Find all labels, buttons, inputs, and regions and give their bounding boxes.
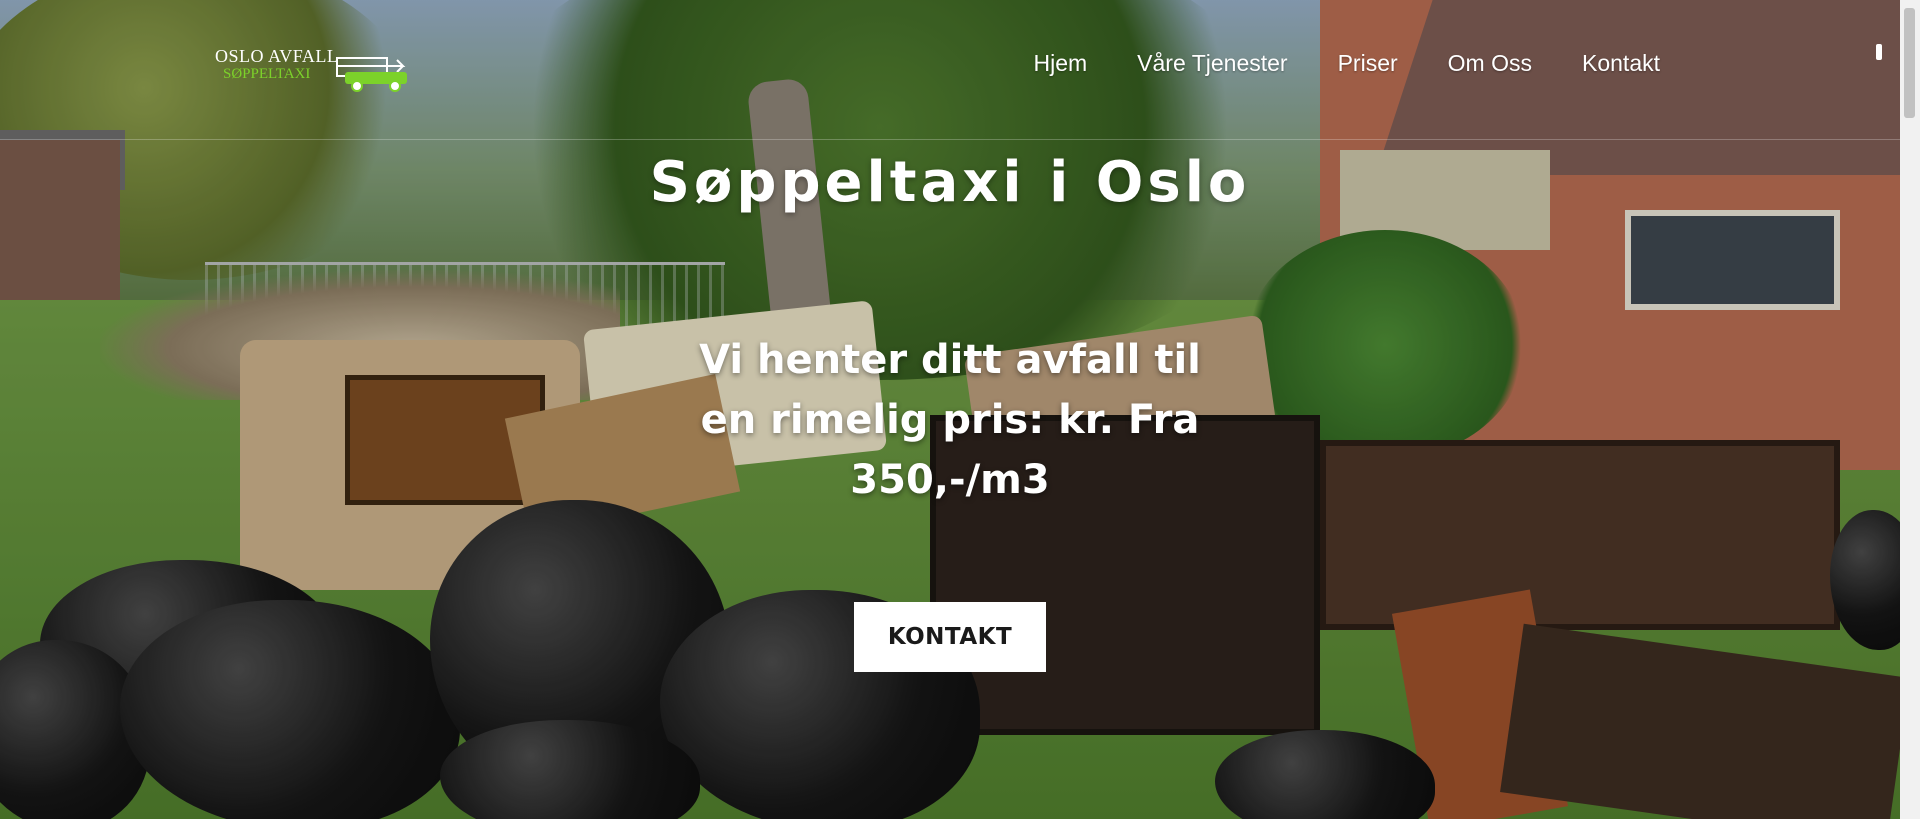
nav-item-om-oss[interactable]: Om Oss xyxy=(1448,50,1532,77)
truck-icon xyxy=(336,57,407,92)
page-scrollbar[interactable] xyxy=(1900,0,1920,819)
nav-item-kontakt[interactable]: Kontakt xyxy=(1582,50,1660,77)
contact-button[interactable]: KONTAKT xyxy=(854,602,1046,672)
logo-name: OSLO AVFALL xyxy=(215,46,339,66)
hero-title: Søppeltaxi i Oslo xyxy=(649,150,1251,215)
hero-subtitle: Vi henter ditt avfall til en rimelig pri… xyxy=(699,337,1201,503)
main-nav: Hjem Våre Tjenester Priser Om Oss Kontak… xyxy=(1033,50,1660,77)
nav-item-priser[interactable]: Priser xyxy=(1338,50,1398,77)
site-logo[interactable]: OSLO AVFALL SØPPELTAXI xyxy=(215,44,415,94)
menu-toggle-icon[interactable] xyxy=(1876,44,1882,60)
scrollbar-thumb[interactable] xyxy=(1904,8,1915,118)
nav-item-tjenester[interactable]: Våre Tjenester xyxy=(1137,50,1287,77)
logo-subtitle: SØPPELTAXI xyxy=(223,66,311,82)
site-header: OSLO AVFALL SØPPELTAXI Hjem Våre Tjenest… xyxy=(0,0,1900,140)
nav-item-hjem[interactable]: Hjem xyxy=(1033,50,1087,77)
